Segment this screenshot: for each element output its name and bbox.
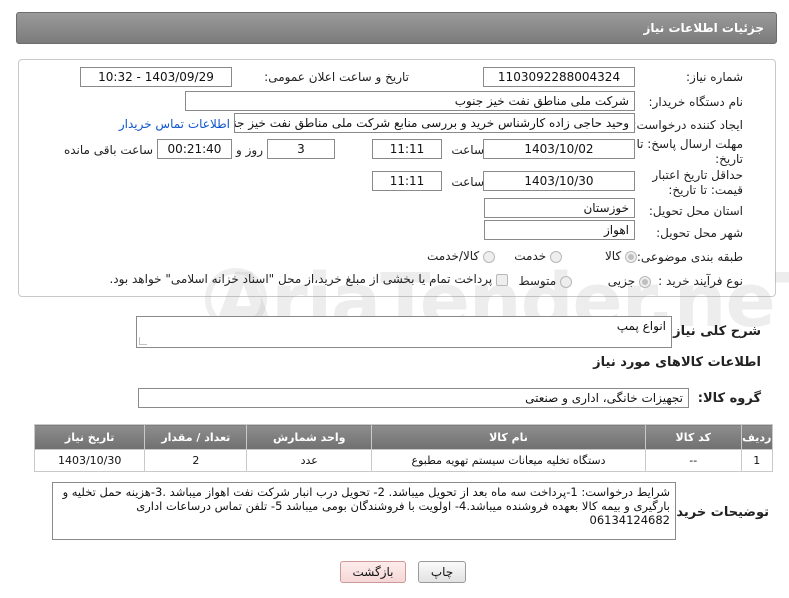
need-number-field: 1103092288004324 (483, 67, 635, 87)
creator-label: ایجاد کننده درخواست: (632, 118, 743, 132)
category-option-goods[interactable]: کالا (605, 249, 637, 263)
radio-icon[interactable] (483, 250, 495, 263)
goods-group-field: تجهیزات خانگی، اداری و صنعتی (138, 388, 689, 408)
deadline-label: مهلت ارسال پاسخ: تا تاریخ: (636, 137, 743, 166)
process-option-minor[interactable]: جزیی (608, 274, 651, 288)
city-label: شهر محل تحویل: (656, 226, 743, 240)
city-field: اهواز (484, 220, 635, 240)
buyer-org-label: نام دستگاه خریدار: (648, 95, 744, 109)
category-option-goods-service[interactable]: کالا/خدمت (427, 249, 495, 263)
table-cell: 1403/10/30 (33, 449, 146, 472)
days-label: روز و (236, 143, 263, 157)
validity-date-field: 1403/10/30 (483, 171, 635, 191)
payment-checkbox-row[interactable]: پرداخت تمام یا بخشی از مبلغ خرید،از محل … (109, 272, 508, 286)
creator-field: وحید حاجی زاده کارشناس خرید و بررسی مناب… (234, 113, 635, 133)
table-row[interactable]: 1 -- دستگاه تخلیه میعانات سیستم تهویه مط… (33, 449, 774, 472)
deadline-time-field: 11:11 (372, 139, 442, 159)
province-field: خوزستان (484, 198, 635, 218)
buyer-org-field: شرکت ملی مناطق نفت خیز جنوب (185, 91, 635, 111)
summary-field: انواع پمپ (136, 316, 672, 348)
page-header: جزئیات اطلاعات نیاز (16, 12, 777, 44)
province-label: استان محل تحویل: (648, 204, 743, 218)
summary-label: شرح کلی نیاز: (667, 324, 761, 339)
deadline-date-field: 1403/10/02 (483, 139, 635, 159)
validity-time-label: ساعت (451, 175, 484, 189)
table-header: نام کالا (371, 424, 646, 450)
table-cell: -- (644, 449, 742, 472)
notes-field: شرایط درخواست: 1-پرداخت سه ماه بعد از تح… (52, 482, 676, 540)
category-option-service[interactable]: خدمت (514, 249, 562, 263)
table-header: تاریخ نیاز (33, 424, 146, 450)
resize-handle-icon[interactable] (139, 337, 147, 345)
process-label: نوع فرآیند خرید : (658, 274, 743, 288)
back-button[interactable]: بازگشت (340, 561, 406, 583)
items-table: ردیف کد کالا نام کالا واحد شمارش تعداد /… (33, 424, 774, 472)
radio-icon[interactable] (625, 250, 637, 263)
radio-icon[interactable] (639, 275, 651, 288)
table-cell: دستگاه تخلیه میعانات سیستم تهویه مطبوع (371, 449, 646, 472)
category-label: طبقه بندی موضوعی: (636, 250, 743, 264)
print-button[interactable]: چاپ (418, 561, 466, 583)
table-cell: 2 (144, 449, 248, 472)
announce-label: تاریخ و ساعت اعلان عمومی: (264, 70, 409, 84)
process-option-medium[interactable]: متوسط (518, 274, 572, 288)
remaining-label: ساعت باقی مانده (63, 143, 153, 157)
table-header: واحد شمارش (246, 424, 373, 450)
days-field: 3 (267, 139, 335, 159)
goods-section-title: اطلاعات کالاهای مورد نیاز (593, 355, 761, 370)
checkbox-icon[interactable] (496, 273, 508, 286)
page-title: جزئیات اطلاعات نیاز (643, 21, 764, 35)
validity-time-field: 11:11 (372, 171, 442, 191)
table-header: کد کالا (644, 424, 742, 450)
remaining-time-field: 00:21:40 (157, 139, 232, 159)
need-number-label: شماره نیاز: (686, 70, 743, 84)
table-header: تعداد / مقدار (144, 424, 248, 450)
goods-group-label: گروه کالا: (697, 391, 761, 406)
radio-icon[interactable] (550, 250, 562, 263)
radio-icon[interactable] (560, 275, 572, 288)
table-header-row: ردیف کد کالا نام کالا واحد شمارش تعداد /… (33, 424, 774, 450)
table-cell: عدد (246, 449, 373, 472)
table-header: ردیف (740, 424, 774, 450)
table-cell: 1 (740, 449, 774, 472)
validity-label: حداقل تاریخ اعتبار قیمت: تا تاریخ: (652, 168, 743, 197)
deadline-time-label: ساعت (451, 143, 484, 157)
announce-field: 1403/09/29 - 10:32 (80, 67, 232, 87)
payment-note: پرداخت تمام یا بخشی از مبلغ خرید،از محل … (109, 272, 493, 286)
contact-info-link[interactable]: اطلاعات تماس خریدار (119, 117, 230, 131)
